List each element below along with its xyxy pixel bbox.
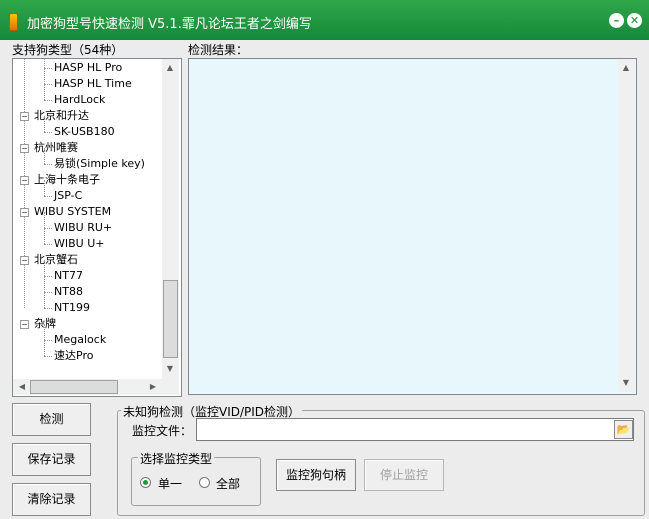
tree-content: HASP HL Pro HASP HL Time HardLock 北京和升达 − SK-…	[13, 59, 162, 379]
minimize-button[interactable]: –	[609, 13, 624, 28]
collapse-icon[interactable]: −	[20, 256, 29, 265]
results-label: 检测结果：	[188, 43, 249, 57]
tree-connector	[44, 292, 52, 293]
monitor-type-group-title: 选择监控类型	[138, 450, 215, 467]
collapse-icon[interactable]: −	[20, 320, 29, 329]
tree-group-node[interactable]: 北京和升达	[34, 108, 89, 124]
radio-all-label: 全部	[216, 477, 241, 491]
scroll-down-icon[interactable]: ▼	[618, 375, 634, 391]
tree-leaf-node[interactable]: WIBU U+	[54, 236, 104, 252]
tree-leaf-node[interactable]: HardLock	[54, 92, 105, 108]
tree-leaf-node[interactable]: Megalock	[54, 332, 106, 348]
tree-connector	[44, 292, 45, 308]
tree-connector	[44, 100, 52, 101]
scroll-left-icon[interactable]: ◀	[14, 379, 30, 395]
scroll-up-icon[interactable]: ▲	[618, 60, 634, 76]
tree-connector	[44, 116, 45, 132]
tree-connector	[44, 324, 45, 340]
tree-connector	[44, 68, 52, 69]
tree-connector	[44, 276, 52, 277]
tree-horizontal-scrollbar[interactable]: ◀ ▶	[13, 379, 162, 395]
tree-leaf-node[interactable]: NT88	[54, 284, 83, 300]
tree-leaf-node[interactable]: WIBU RU+	[54, 220, 112, 236]
tree-group-node[interactable]: 杂牌	[34, 316, 56, 332]
dongle-type-tree[interactable]: HASP HL Pro HASP HL Time HardLock 北京和升达 − SK-…	[12, 58, 182, 397]
tree-group-node[interactable]: WIBU SYSTEM	[34, 204, 111, 220]
tree-connector	[44, 308, 52, 309]
tree-group-node[interactable]: 杭州唯赛	[34, 140, 78, 156]
results-textarea[interactable]: ▲ ▼	[188, 58, 637, 395]
detect-button[interactable]: 检测	[12, 403, 91, 436]
tree-group-node[interactable]: 北京蟹石	[34, 252, 78, 268]
results-scrollbar[interactable]: ▲ ▼	[618, 59, 635, 392]
tree-connector	[44, 196, 52, 197]
tree-connector	[44, 132, 52, 133]
tree-connector	[44, 276, 45, 292]
save-log-button[interactable]: 保存记录	[12, 443, 91, 476]
tree-leaf-node[interactable]: NT77	[54, 268, 83, 284]
scroll-thumb[interactable]	[163, 280, 178, 358]
collapse-icon[interactable]: −	[20, 144, 29, 153]
tree-connector	[44, 340, 52, 341]
tree-leaf-node[interactable]: HASP HL Pro	[54, 60, 122, 76]
tree-connector	[44, 356, 52, 357]
tree-connector	[44, 228, 52, 229]
scroll-down-icon[interactable]: ▼	[162, 361, 178, 377]
tree-connector	[44, 180, 45, 196]
tree-connector	[44, 84, 52, 85]
key-icon	[9, 13, 18, 31]
tree-leaf-node[interactable]: 易锁(Simple key)	[54, 156, 145, 172]
collapse-icon[interactable]: −	[20, 112, 29, 121]
radio-all[interactable]	[199, 477, 210, 488]
tree-connector	[44, 340, 45, 356]
radio-selected-dot	[143, 480, 148, 485]
scroll-right-icon[interactable]: ▶	[145, 379, 161, 395]
tree-connector	[44, 164, 52, 165]
tree-vertical-scrollbar[interactable]: ▲ ▼	[162, 59, 179, 379]
hscroll-thumb[interactable]	[30, 380, 118, 394]
monitor-file-input[interactable]	[196, 418, 634, 441]
collapse-icon[interactable]: −	[20, 208, 29, 217]
tree-connector	[44, 68, 45, 84]
window-title: 加密狗型号快速检测 V5.1.霏凡论坛王者之剑编写	[27, 17, 312, 32]
tree-connector	[44, 228, 45, 244]
tree-leaf-node[interactable]: NT199	[54, 300, 90, 316]
tree-connector	[44, 244, 52, 245]
clear-log-button[interactable]: 清除记录	[12, 483, 91, 516]
main-window: 加密狗型号快速检测 V5.1.霏凡论坛王者之剑编写 – ✕ 支持狗类型（54种）…	[0, 0, 649, 519]
scroll-up-icon[interactable]: ▲	[162, 60, 178, 76]
scroll-corner	[162, 379, 179, 395]
folder-open-icon[interactable]: 📂	[614, 420, 633, 439]
tree-connector	[44, 84, 45, 100]
tree-leaf-node[interactable]: SK-USB180	[54, 124, 115, 140]
tree-connector	[44, 212, 45, 228]
radio-single-label: 单一	[158, 477, 183, 491]
collapse-icon[interactable]: −	[20, 176, 29, 185]
tree-connector	[44, 59, 45, 68]
monitor-handle-button[interactable]: 监控狗句柄	[276, 459, 356, 491]
tree-leaf-node[interactable]: HASP HL Time	[54, 76, 132, 92]
close-button[interactable]: ✕	[627, 13, 642, 28]
tree-connector	[44, 260, 45, 276]
tree-connector	[44, 148, 45, 164]
tree-leaf-node[interactable]: JSP-C	[54, 188, 82, 204]
tree-label: 支持狗类型（54种）	[12, 43, 124, 57]
tree-leaf-node[interactable]: 速达Pro	[54, 348, 93, 364]
radio-single[interactable]	[140, 477, 151, 488]
monitor-file-label: 监控文件：	[132, 424, 193, 438]
stop-monitor-button[interactable]: 停止监控	[364, 459, 444, 491]
title-bar[interactable]: 加密狗型号快速检测 V5.1.霏凡论坛王者之剑编写 – ✕	[0, 0, 649, 40]
